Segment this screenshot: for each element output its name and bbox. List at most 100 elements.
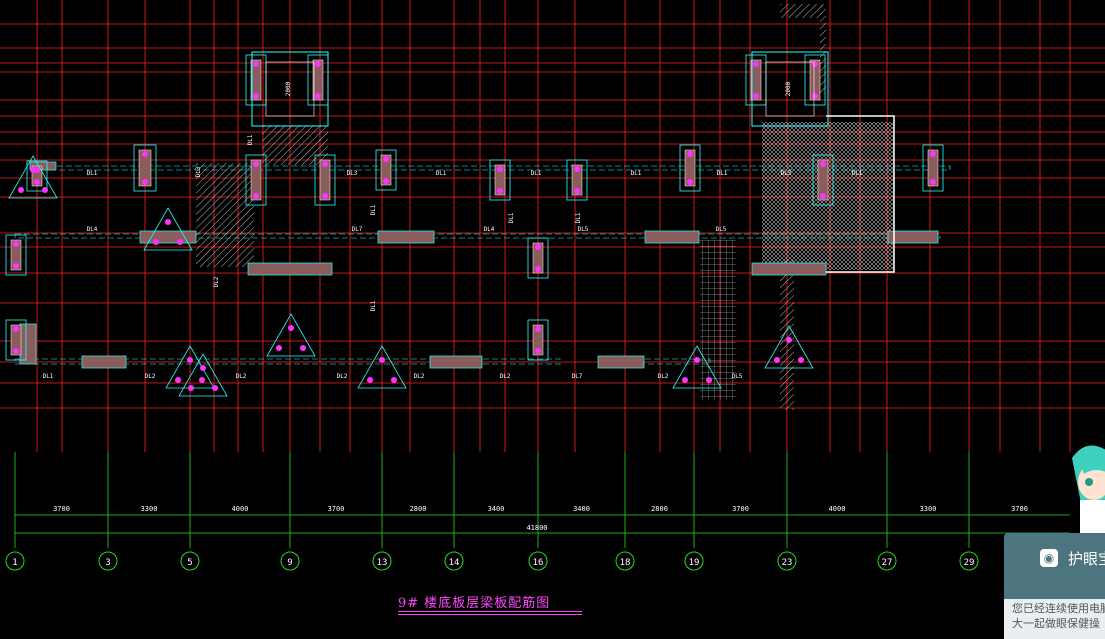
pile-marker bbox=[535, 244, 541, 250]
pile-marker bbox=[288, 325, 294, 331]
axis-label: 3 bbox=[105, 558, 110, 568]
beam-label: DL4 bbox=[484, 226, 495, 233]
stair-hatch-top bbox=[262, 125, 328, 165]
slab-dimension: 2000 bbox=[285, 81, 292, 96]
pile-marker bbox=[34, 179, 40, 185]
span-dimension: 4000 bbox=[232, 505, 249, 513]
pile-marker bbox=[13, 348, 19, 354]
beam-label: DL1 bbox=[247, 134, 254, 145]
beam-label: DL2 bbox=[213, 276, 220, 287]
pile-marker bbox=[30, 167, 36, 173]
pile-marker bbox=[315, 61, 321, 67]
beam-segment bbox=[429, 355, 483, 369]
pile-marker bbox=[188, 385, 194, 391]
beam-label: DL1 bbox=[508, 212, 515, 223]
pile-marker bbox=[187, 357, 193, 363]
pile-marker bbox=[812, 93, 818, 99]
wall-hatch bbox=[780, 260, 794, 410]
beam-label: DL1 bbox=[43, 373, 54, 380]
beam-label: DL5 bbox=[716, 226, 727, 233]
pile-marker bbox=[253, 93, 259, 99]
pile-marker bbox=[682, 377, 688, 383]
pile-marker bbox=[820, 161, 826, 167]
span-dimension: 3700 bbox=[732, 505, 749, 513]
beam-label: DL2 bbox=[414, 373, 425, 380]
pile-cap bbox=[143, 207, 193, 251]
beam-label: DL1 bbox=[87, 170, 98, 177]
beam-label: DL1 bbox=[370, 300, 377, 311]
pile-marker bbox=[930, 179, 936, 185]
axis-label: 27 bbox=[882, 558, 893, 568]
axis-bubbles: 1 3 5 9 13 14 16 18 19 23 27 29 bbox=[5, 551, 979, 571]
pile-marker bbox=[13, 263, 19, 269]
pile-marker bbox=[175, 377, 181, 383]
overall-dimension: 41800 bbox=[526, 524, 547, 532]
beam-label: DL2 bbox=[337, 373, 348, 380]
pile-marker bbox=[276, 345, 282, 351]
beam-label: DL2 bbox=[500, 373, 511, 380]
pile-marker bbox=[177, 239, 183, 245]
beam-label: DL5 bbox=[732, 373, 743, 380]
green-axis-lines bbox=[14, 452, 1070, 548]
beam-segment bbox=[377, 230, 435, 244]
beam-label: DL2 bbox=[236, 373, 247, 380]
pile-marker bbox=[315, 93, 321, 99]
eye-care-notification[interactable]: ◉ 护眼宝 您已经连续使用电脑 大一起做眼保健操 bbox=[1004, 533, 1105, 639]
beam-segment bbox=[644, 230, 700, 244]
slab-dimension: 2000 bbox=[785, 81, 792, 96]
pile-marker bbox=[300, 345, 306, 351]
pile-marker bbox=[142, 179, 148, 185]
beam-label: DL1 bbox=[631, 170, 642, 177]
red-grid-lines bbox=[0, 0, 1105, 452]
pile-marker bbox=[13, 241, 19, 247]
pile-marker bbox=[383, 178, 389, 184]
span-dimension: 2800 bbox=[651, 505, 668, 513]
pile-marker bbox=[379, 357, 385, 363]
span-dimension: 3400 bbox=[488, 505, 505, 513]
axis-label: 19 bbox=[689, 558, 700, 568]
mascot-avatar[interactable] bbox=[1062, 438, 1105, 534]
title-underline bbox=[398, 611, 582, 612]
beam-segment bbox=[751, 262, 827, 276]
span-dimension: 4000 bbox=[829, 505, 846, 513]
pile-marker bbox=[798, 357, 804, 363]
beam-label: DL1 bbox=[436, 170, 447, 177]
pile-marker bbox=[142, 151, 148, 157]
axis-label: 18 bbox=[620, 558, 631, 568]
axis-label: 9 bbox=[287, 558, 292, 568]
pile-marker bbox=[753, 93, 759, 99]
pile-marker bbox=[367, 377, 373, 383]
pile-marker bbox=[753, 61, 759, 67]
notification-body: 您已经连续使用电脑 大一起做眼保健操 bbox=[1004, 599, 1105, 639]
axis-label: 5 bbox=[187, 558, 192, 568]
pile-marker bbox=[212, 385, 218, 391]
beam-segment bbox=[81, 355, 127, 369]
pile-marker bbox=[535, 326, 541, 332]
notification-title: 护眼宝 bbox=[1068, 549, 1105, 568]
beam-label: DL3 bbox=[781, 170, 792, 177]
pile-marker bbox=[930, 151, 936, 157]
span-dimension: 3700 bbox=[1011, 505, 1028, 513]
beam-labels: DL1 DL3 DL1 DL1 DL1 DL1 DL3 DL1 DL4 DL7 DL4 DL5 DL5 D… bbox=[43, 134, 863, 380]
beam-label: DL7 bbox=[352, 226, 363, 233]
beam-label: DL1 bbox=[575, 212, 582, 223]
pile-marker bbox=[535, 266, 541, 272]
cad-drawing-canvas[interactable]: 2000 2000 DL1 DL3 DL1 DL1 DL1 DL1 DL3 DL1 DL4 DL7 D… bbox=[0, 0, 1105, 625]
beam-label: DL3 bbox=[347, 170, 358, 177]
pile-marker bbox=[153, 239, 159, 245]
beam-label: DL2 bbox=[658, 373, 669, 380]
pile-marker bbox=[322, 161, 328, 167]
pile-marker bbox=[253, 161, 259, 167]
pile-marker bbox=[42, 187, 48, 193]
pile-marker bbox=[383, 156, 389, 162]
pile-marker bbox=[687, 179, 693, 185]
wall-hatch-top bbox=[780, 4, 822, 18]
pile-marker bbox=[574, 166, 580, 172]
beam-label: DL1 bbox=[852, 170, 863, 177]
pile-marker bbox=[253, 61, 259, 67]
beam-label: DL1 bbox=[531, 170, 542, 177]
pile-marker bbox=[497, 166, 503, 172]
beam-label: DL3 bbox=[195, 166, 202, 177]
pile-marker bbox=[18, 187, 24, 193]
beam-segment bbox=[247, 262, 333, 276]
